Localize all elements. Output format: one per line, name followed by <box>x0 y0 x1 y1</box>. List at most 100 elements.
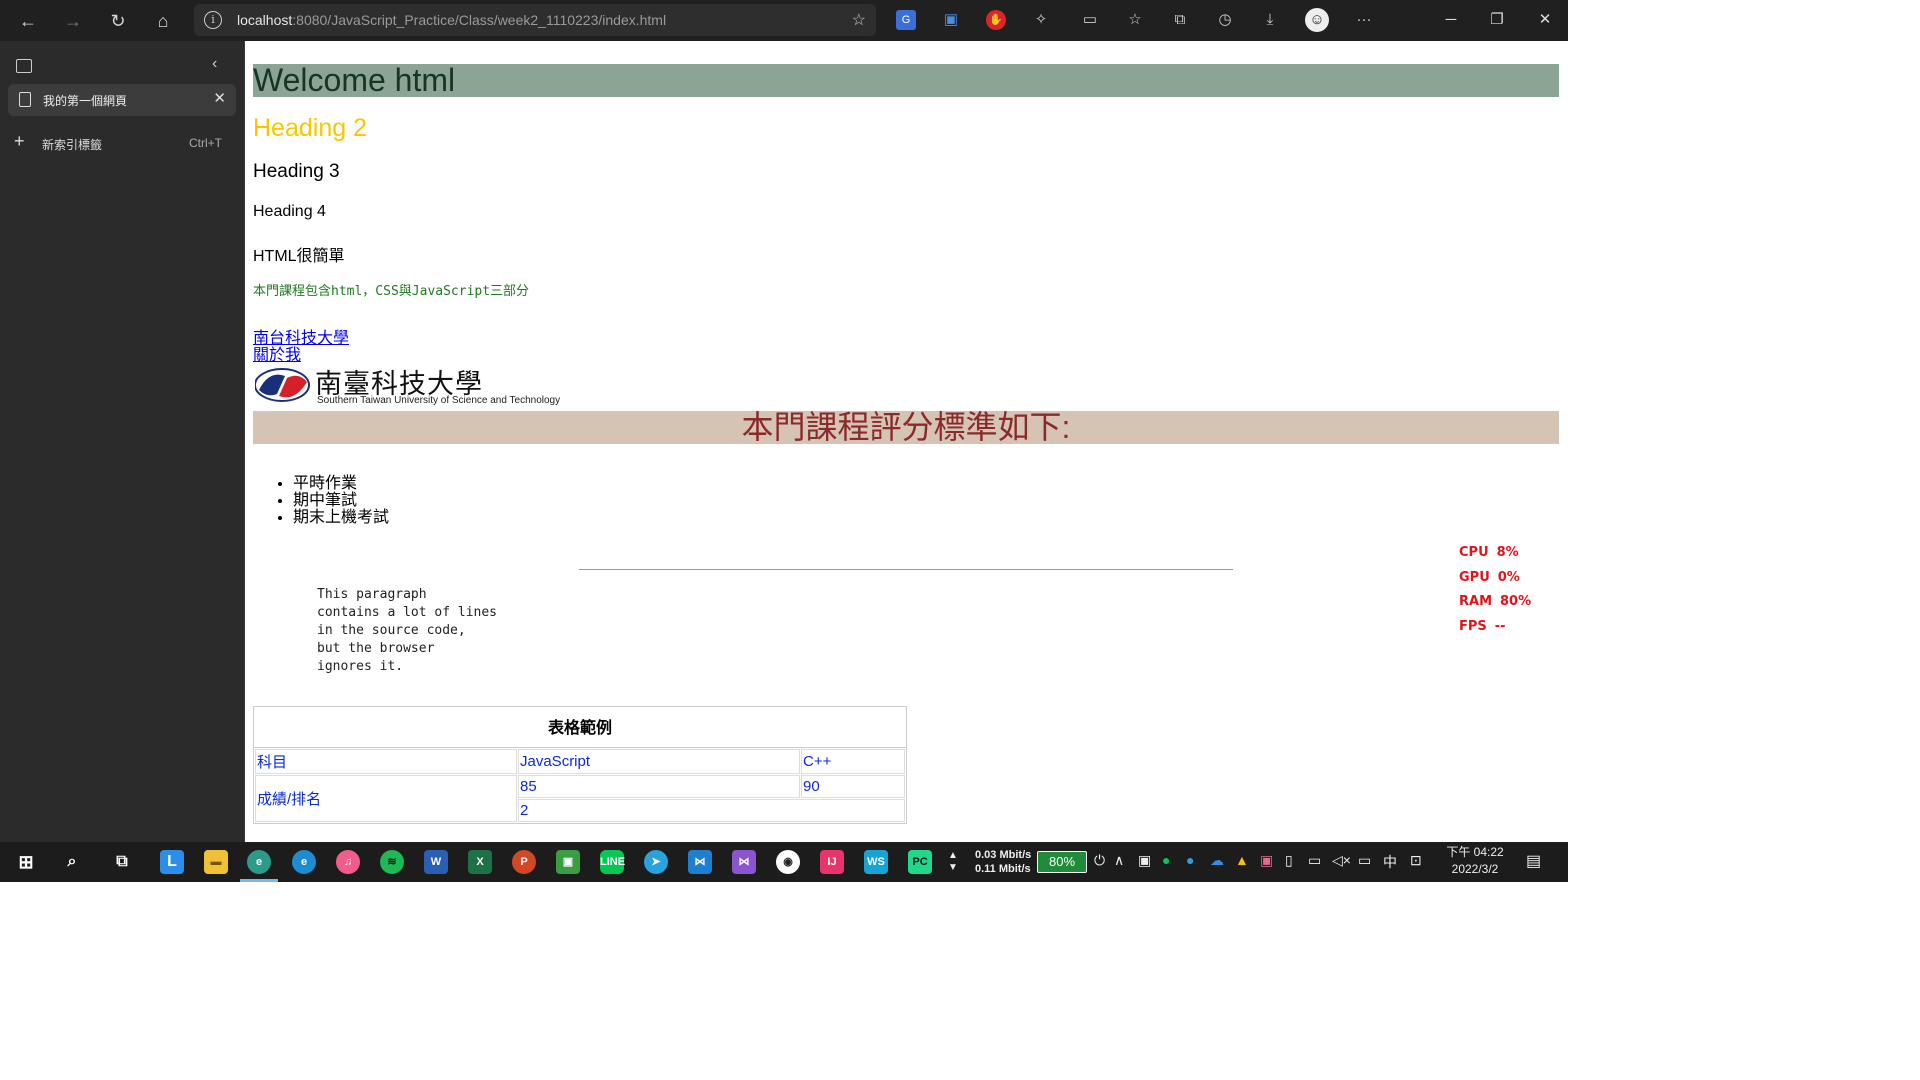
university-emblem-icon <box>255 368 310 402</box>
favorites-icon[interactable]: ☆ <box>1125 10 1145 30</box>
visual-studio-icon[interactable]: ⋈ <box>732 850 756 874</box>
tab-title: 我的第一個網頁 <box>43 94 128 108</box>
line-app-icon[interactable]: LINE <box>600 850 625 874</box>
word-icon[interactable]: W <box>424 850 448 874</box>
restore-icon[interactable]: ❐ <box>1482 8 1512 32</box>
file-extension-icon[interactable]: ▣ <box>941 10 961 30</box>
add-favorite-icon[interactable]: ☆ <box>852 10 866 30</box>
search-icon[interactable]: ⌕ <box>60 850 84 874</box>
webstorm-icon[interactable]: WS <box>864 850 888 874</box>
minimize-icon[interactable]: ─ <box>1436 8 1466 32</box>
clock[interactable]: 下午 04:22 2022/3/2 <box>1442 844 1508 878</box>
tab-active[interactable]: 我的第一個網頁 ✕ <box>8 84 236 116</box>
app-circle-icon[interactable]: ◉ <box>776 850 800 874</box>
onedrive-icon[interactable]: ☁ <box>1210 852 1224 869</box>
collapse-panel-icon[interactable]: ‹ <box>212 55 217 73</box>
hand-extension-icon[interactable]: ✋ <box>986 10 1006 30</box>
table-cell: C++ <box>801 749 905 774</box>
score-table: 表格範例 科目 JavaScript C++ 成績/排名 85 90 2 <box>253 706 907 824</box>
table-cell: 85 <box>518 775 800 798</box>
page-content: Welcome html Heading 2 Heading 3 Heading… <box>245 41 1568 842</box>
net-up-rate: 0.03 Mbit/s <box>975 849 1032 861</box>
table-cell: 成績/排名 <box>255 775 517 822</box>
collections-icon[interactable]: ⧉ <box>1170 10 1190 30</box>
itunes-icon[interactable]: ♫ <box>336 850 360 874</box>
heading-4: Heading 4 <box>253 203 326 220</box>
ram-stat: RAM 80% <box>1459 594 1532 609</box>
profile-avatar-icon[interactable]: ☺ <box>1305 8 1329 32</box>
extensions-puzzle-icon[interactable]: ✧ <box>1031 10 1051 30</box>
university-logo: 南臺科技大學 Southern Taiwan University of Sci… <box>253 362 583 408</box>
battery-indicator[interactable]: 80% <box>1037 851 1087 873</box>
tab-actions-icon[interactable] <box>16 59 32 73</box>
network-speed-arrows-icon: ▲ ▼ <box>948 850 958 873</box>
clock-time: 下午 04:22 <box>1446 845 1504 859</box>
tray-app-icon[interactable]: ▣ <box>1138 852 1151 869</box>
network-speed: 0.03 Mbit/s 0.11 Mbit/s <box>975 848 1031 876</box>
horizontal-rule <box>579 569 1233 570</box>
heading-1: Welcome html <box>253 64 1559 97</box>
edge-browser-icon[interactable]: e <box>247 850 271 874</box>
list-item: 期末上機考試 <box>293 509 389 526</box>
refresh-icon[interactable]: ↻ <box>105 8 131 34</box>
close-window-icon[interactable]: ✕ <box>1530 8 1560 32</box>
table-cell: 2 <box>518 799 905 822</box>
ime-indicator[interactable]: 中 <box>1383 852 1397 872</box>
table-row: 成績/排名 85 90 <box>255 775 905 822</box>
close-tab-icon[interactable]: ✕ <box>213 89 226 107</box>
file-explorer-icon[interactable]: ▬ <box>204 850 228 874</box>
spotify-icon[interactable]: ≋ <box>380 850 404 874</box>
heading-2: Heading 2 <box>253 114 367 142</box>
ime-mode-icon[interactable]: ⊡ <box>1410 852 1422 869</box>
fps-stat: FPS -- <box>1459 618 1506 634</box>
site-info-icon[interactable]: i <box>204 11 222 29</box>
forward-arrow-icon[interactable]: → <box>60 8 86 34</box>
notifications-icon[interactable]: ▤ <box>1526 851 1541 871</box>
windows-start-icon[interactable]: ⊞ <box>14 850 38 874</box>
performance-overlay: CPU 8% GPU 0% RAM 80% FPS -- <box>1459 541 1531 639</box>
back-arrow-icon[interactable]: ← <box>15 8 41 34</box>
clock-date: 2022/3/2 <box>1451 862 1499 876</box>
home-icon[interactable]: ⌂ <box>150 8 176 34</box>
table-cell: JavaScript <box>518 749 800 774</box>
browser-toolbar: ← → ↻ ⌂ i localhost:8080/JavaScript_Prac… <box>0 0 1568 41</box>
translate-extension-icon[interactable]: G <box>896 10 916 30</box>
table-caption: 表格範例 <box>253 706 907 747</box>
show-hidden-icons-chevron-icon[interactable]: ∧ <box>1114 852 1124 869</box>
address-bar[interactable]: i localhost:8080/JavaScript_Practice/Cla… <box>194 4 876 36</box>
intellij-icon[interactable]: IJ <box>820 850 844 874</box>
volume-muted-icon[interactable]: ◁× <box>1332 852 1351 869</box>
table-cell: 科目 <box>255 749 517 774</box>
tray-app-pink-icon[interactable]: ▣ <box>1260 852 1273 869</box>
list-item: 平時作業 <box>293 475 389 492</box>
downloads-icon[interactable]: ⤓ <box>1260 10 1280 30</box>
network-icon[interactable]: ▭ <box>1308 852 1321 869</box>
powerpoint-icon[interactable]: P <box>512 850 536 874</box>
grading-heading: 本門課程評分標準如下: <box>253 411 1559 444</box>
new-tab-button[interactable]: + 新索引標籤 Ctrl+T <box>14 131 228 155</box>
usb-icon[interactable]: ▯ <box>1285 852 1293 869</box>
task-view-icon[interactable]: ⧉ <box>110 850 134 874</box>
table-cell: 90 <box>801 775 905 798</box>
more-menu-icon[interactable]: ··· <box>1354 10 1374 30</box>
url-text[interactable]: localhost:8080/JavaScript_Practice/Class… <box>237 12 666 28</box>
history-icon[interactable]: ◷ <box>1215 10 1235 30</box>
telegram-tray-icon[interactable]: ● <box>1186 852 1194 868</box>
telegram-icon[interactable]: ➤ <box>644 850 668 874</box>
vertical-tabs-panel: ‹ 我的第一個網頁 ✕ + 新索引標籤 Ctrl+T <box>0 41 245 842</box>
launcher-app-icon[interactable]: L <box>160 850 184 874</box>
logo-english-name: Southern Taiwan University of Science an… <box>317 395 561 406</box>
line-tray-icon[interactable]: ● <box>1162 852 1170 868</box>
cast-icon[interactable]: ▭ <box>1080 10 1100 30</box>
google-drive-icon[interactable]: ▲ <box>1235 852 1249 868</box>
battery-tray-icon[interactable]: ▭ <box>1358 852 1371 869</box>
list-item: 期中筆試 <box>293 492 389 509</box>
new-tab-label: 新索引標籤 <box>42 138 103 152</box>
vscode-icon[interactable]: ⋈ <box>688 850 712 874</box>
pycharm-icon[interactable]: PC <box>908 850 932 874</box>
remote-desktop-icon[interactable]: ▣ <box>556 850 580 874</box>
cpu-stat: CPU 8% <box>1459 545 1519 560</box>
table-row: 科目 JavaScript C++ <box>255 749 905 774</box>
excel-icon[interactable]: X <box>468 850 492 874</box>
edge-beta-icon[interactable]: e <box>292 850 316 874</box>
